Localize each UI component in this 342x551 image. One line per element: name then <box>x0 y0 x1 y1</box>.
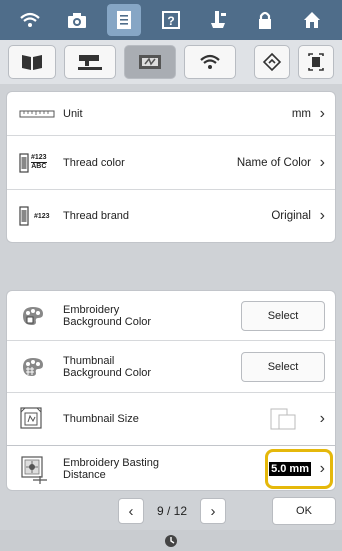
thread-color-value: Name of Color <box>236 156 311 169</box>
sewing-settings-button[interactable] <box>64 45 116 79</box>
chevron-right-icon: › <box>319 207 325 224</box>
svg-text:?: ? <box>167 14 174 28</box>
wifi-tab[interactable] <box>13 4 47 36</box>
settings-page-tab[interactable] <box>106 4 141 36</box>
chevron-right-icon: › <box>210 502 216 520</box>
thumbnail-size-preview-icon <box>270 408 296 430</box>
unit-label: Unit <box>63 107 83 120</box>
category-row <box>0 40 342 84</box>
thread-brand-row[interactable]: #123 Thread brand Original › <box>7 190 335 242</box>
thumbnail-background-select-button[interactable]: Select <box>241 351 325 382</box>
pager: ‹ 9 / 12 › OK <box>0 492 342 530</box>
embroidery-background-row: Embroidery Background Color Select <box>7 291 335 341</box>
next-page-button[interactable]: › <box>200 498 226 524</box>
presser-foot-tab[interactable] <box>201 4 235 36</box>
thumbnail-size-row[interactable]: Thumbnail Size › <box>7 393 335 445</box>
palette-grid-icon <box>23 357 43 376</box>
thread-number-text: #123 <box>31 154 47 163</box>
screen-frame-icon <box>308 53 324 71</box>
lock-icon <box>259 11 272 29</box>
help-icon: ? <box>161 11 180 29</box>
highlight-box <box>265 449 333 489</box>
background-settings-card: Embroidery Background Color Select Thumb… <box>6 290 336 445</box>
camera-tab[interactable] <box>60 4 94 36</box>
thread-brand-value: Original <box>271 210 311 222</box>
chevron-right-icon: › <box>319 153 325 171</box>
book-icon <box>22 55 42 70</box>
diamond-icon <box>262 52 282 72</box>
spool-icon <box>19 206 29 226</box>
clock-icon <box>165 534 177 547</box>
thread-abc-text: ABC <box>31 163 47 170</box>
thumbnail-background-row: Thumbnail Background Color Select <box>7 341 335 393</box>
ruler-icon <box>19 110 55 117</box>
presser-foot-icon <box>211 11 227 28</box>
thumbnail-background-label: Thumbnail Background Color <box>63 354 152 379</box>
unit-row[interactable]: Unit mm › <box>7 92 335 136</box>
home-icon <box>304 12 321 28</box>
footer-bar <box>0 530 342 551</box>
basting-distance-icon <box>21 456 47 484</box>
info-settings-button[interactable] <box>298 45 334 79</box>
thumbnail-size-label: Thumbnail Size <box>63 413 139 425</box>
top-tab-bar: ? <box>0 0 342 40</box>
basting-distance-card: Embroidery Basting Distance 5.0 mm › <box>6 445 336 491</box>
previous-page-button[interactable]: ‹ <box>118 498 144 524</box>
chevron-left-icon: ‹ <box>128 502 134 520</box>
embroidery-frame-icon <box>139 55 161 69</box>
thumbnail-icon <box>20 407 42 429</box>
display-settings-card: Unit mm › #123 ABC Thread color Name of … <box>6 91 336 243</box>
thread-color-row[interactable]: #123 ABC Thread color Name of Color › <box>7 136 335 190</box>
thread-brand-label: Thread brand <box>63 210 130 222</box>
lock-tab[interactable] <box>248 4 282 36</box>
diamond-settings-button[interactable] <box>254 45 290 79</box>
home-tab[interactable] <box>295 4 329 36</box>
page-indicator: 9 / 12 <box>156 504 188 518</box>
chevron-right-icon: › <box>319 410 325 427</box>
thread-brand-number: #123 <box>34 212 50 220</box>
embroidery-settings-button[interactable] <box>124 45 176 79</box>
help-tab[interactable]: ? <box>154 4 188 36</box>
chevron-right-icon: › <box>319 104 325 122</box>
sewing-machine-icon <box>78 55 102 70</box>
palette-icon <box>23 306 43 325</box>
thread-color-label: Thread color <box>63 156 125 169</box>
embroidery-background-select-button[interactable]: Select <box>241 300 325 331</box>
wifi-icon <box>200 54 220 69</box>
unit-value: mm <box>291 107 311 120</box>
ok-button[interactable]: OK <box>272 497 336 525</box>
basting-distance-row[interactable]: Embroidery Basting Distance 5.0 mm › <box>7 446 335 492</box>
basting-distance-label: Embroidery Basting Distance <box>63 457 159 481</box>
general-settings-button[interactable] <box>8 45 56 79</box>
network-settings-button[interactable] <box>184 45 236 79</box>
embroidery-background-label: Embroidery Background Color <box>63 303 152 328</box>
wifi-icon <box>19 12 40 27</box>
camera-icon <box>67 13 86 28</box>
document-icon <box>116 11 131 29</box>
